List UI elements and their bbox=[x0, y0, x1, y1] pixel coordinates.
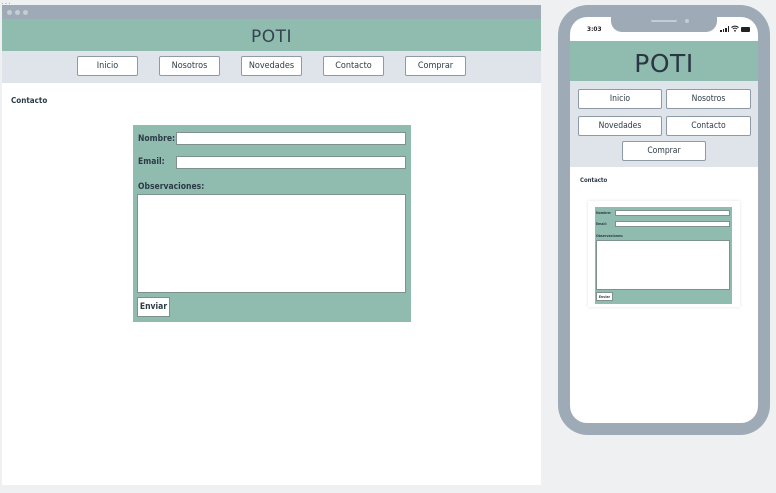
phone-site-logo[interactable]: POTI bbox=[634, 49, 693, 78]
window-dot-icon bbox=[7, 10, 12, 15]
phone-nav-nosotros-button[interactable]: Nosotros bbox=[666, 89, 751, 109]
phone-nav-inicio-button[interactable]: Inicio bbox=[578, 89, 662, 109]
phone-site-nav: Inicio Nosotros Novedades Contacto Compr… bbox=[570, 81, 758, 167]
phone-email-input[interactable] bbox=[615, 221, 730, 227]
phone-nav-comprar-button[interactable]: Comprar bbox=[622, 141, 706, 161]
phone-site-header: POTI bbox=[570, 41, 758, 81]
phone-email-label: Email: bbox=[596, 222, 607, 226]
nav-contacto-button[interactable]: Contacto bbox=[323, 56, 384, 76]
observaciones-textarea[interactable] bbox=[137, 194, 406, 293]
phone-observaciones-textarea[interactable] bbox=[596, 240, 730, 290]
observaciones-label: Observaciones: bbox=[138, 182, 205, 192]
nav-novedades-button[interactable]: Novedades bbox=[241, 56, 302, 76]
phone-notch bbox=[611, 17, 717, 32]
phone-name-label: Nombre: bbox=[596, 211, 612, 215]
window-dot-icon bbox=[15, 10, 20, 15]
site-logo[interactable]: POTI bbox=[251, 27, 292, 47]
enviar-button[interactable]: Enviar bbox=[137, 297, 170, 317]
site-nav: Inicio Nosotros Novedades Contacto Compr… bbox=[2, 51, 541, 83]
phone-screen: 3:03 POTI Inicio Nosotros Novedades Cont… bbox=[570, 17, 758, 423]
phone-observaciones-label: Observaciones: bbox=[596, 234, 624, 238]
nav-comprar-button[interactable]: Comprar bbox=[405, 56, 466, 76]
status-time: 3:03 bbox=[587, 25, 602, 33]
signal-icon bbox=[720, 26, 729, 32]
window-dot-icon bbox=[23, 10, 28, 15]
phone-enviar-button[interactable]: Enviar bbox=[596, 292, 613, 301]
phone-nav-novedades-button[interactable]: Novedades bbox=[578, 116, 662, 136]
nav-nosotros-button[interactable]: Nosotros bbox=[159, 56, 220, 76]
page-title: Contacto bbox=[11, 96, 48, 105]
name-input[interactable] bbox=[176, 132, 406, 145]
email-label: Email: bbox=[138, 157, 165, 167]
battery-icon bbox=[741, 27, 750, 32]
speaker-icon bbox=[651, 20, 677, 22]
phone-nav-contacto-button[interactable]: Contacto bbox=[666, 116, 751, 136]
phone-contact-form: Nombre: Email: Observaciones: Enviar bbox=[595, 207, 732, 304]
email-input[interactable] bbox=[176, 156, 406, 169]
phone-form-card: Nombre: Email: Observaciones: Enviar bbox=[588, 201, 740, 307]
camera-icon bbox=[685, 19, 689, 23]
phone-page-title: Contacto bbox=[580, 177, 608, 184]
wifi-icon bbox=[731, 25, 739, 32]
site-header: POTI bbox=[2, 19, 541, 51]
name-label: Nombre: bbox=[138, 134, 176, 144]
phone-mockup: 3:03 POTI Inicio Nosotros Novedades Cont… bbox=[558, 5, 770, 435]
status-icons bbox=[720, 25, 750, 32]
phone-name-input[interactable] bbox=[615, 210, 730, 216]
contact-form: Nombre: Email: Observaciones: Enviar bbox=[133, 125, 411, 322]
nav-inicio-button[interactable]: Inicio bbox=[77, 56, 138, 76]
browser-chrome bbox=[2, 5, 541, 19]
